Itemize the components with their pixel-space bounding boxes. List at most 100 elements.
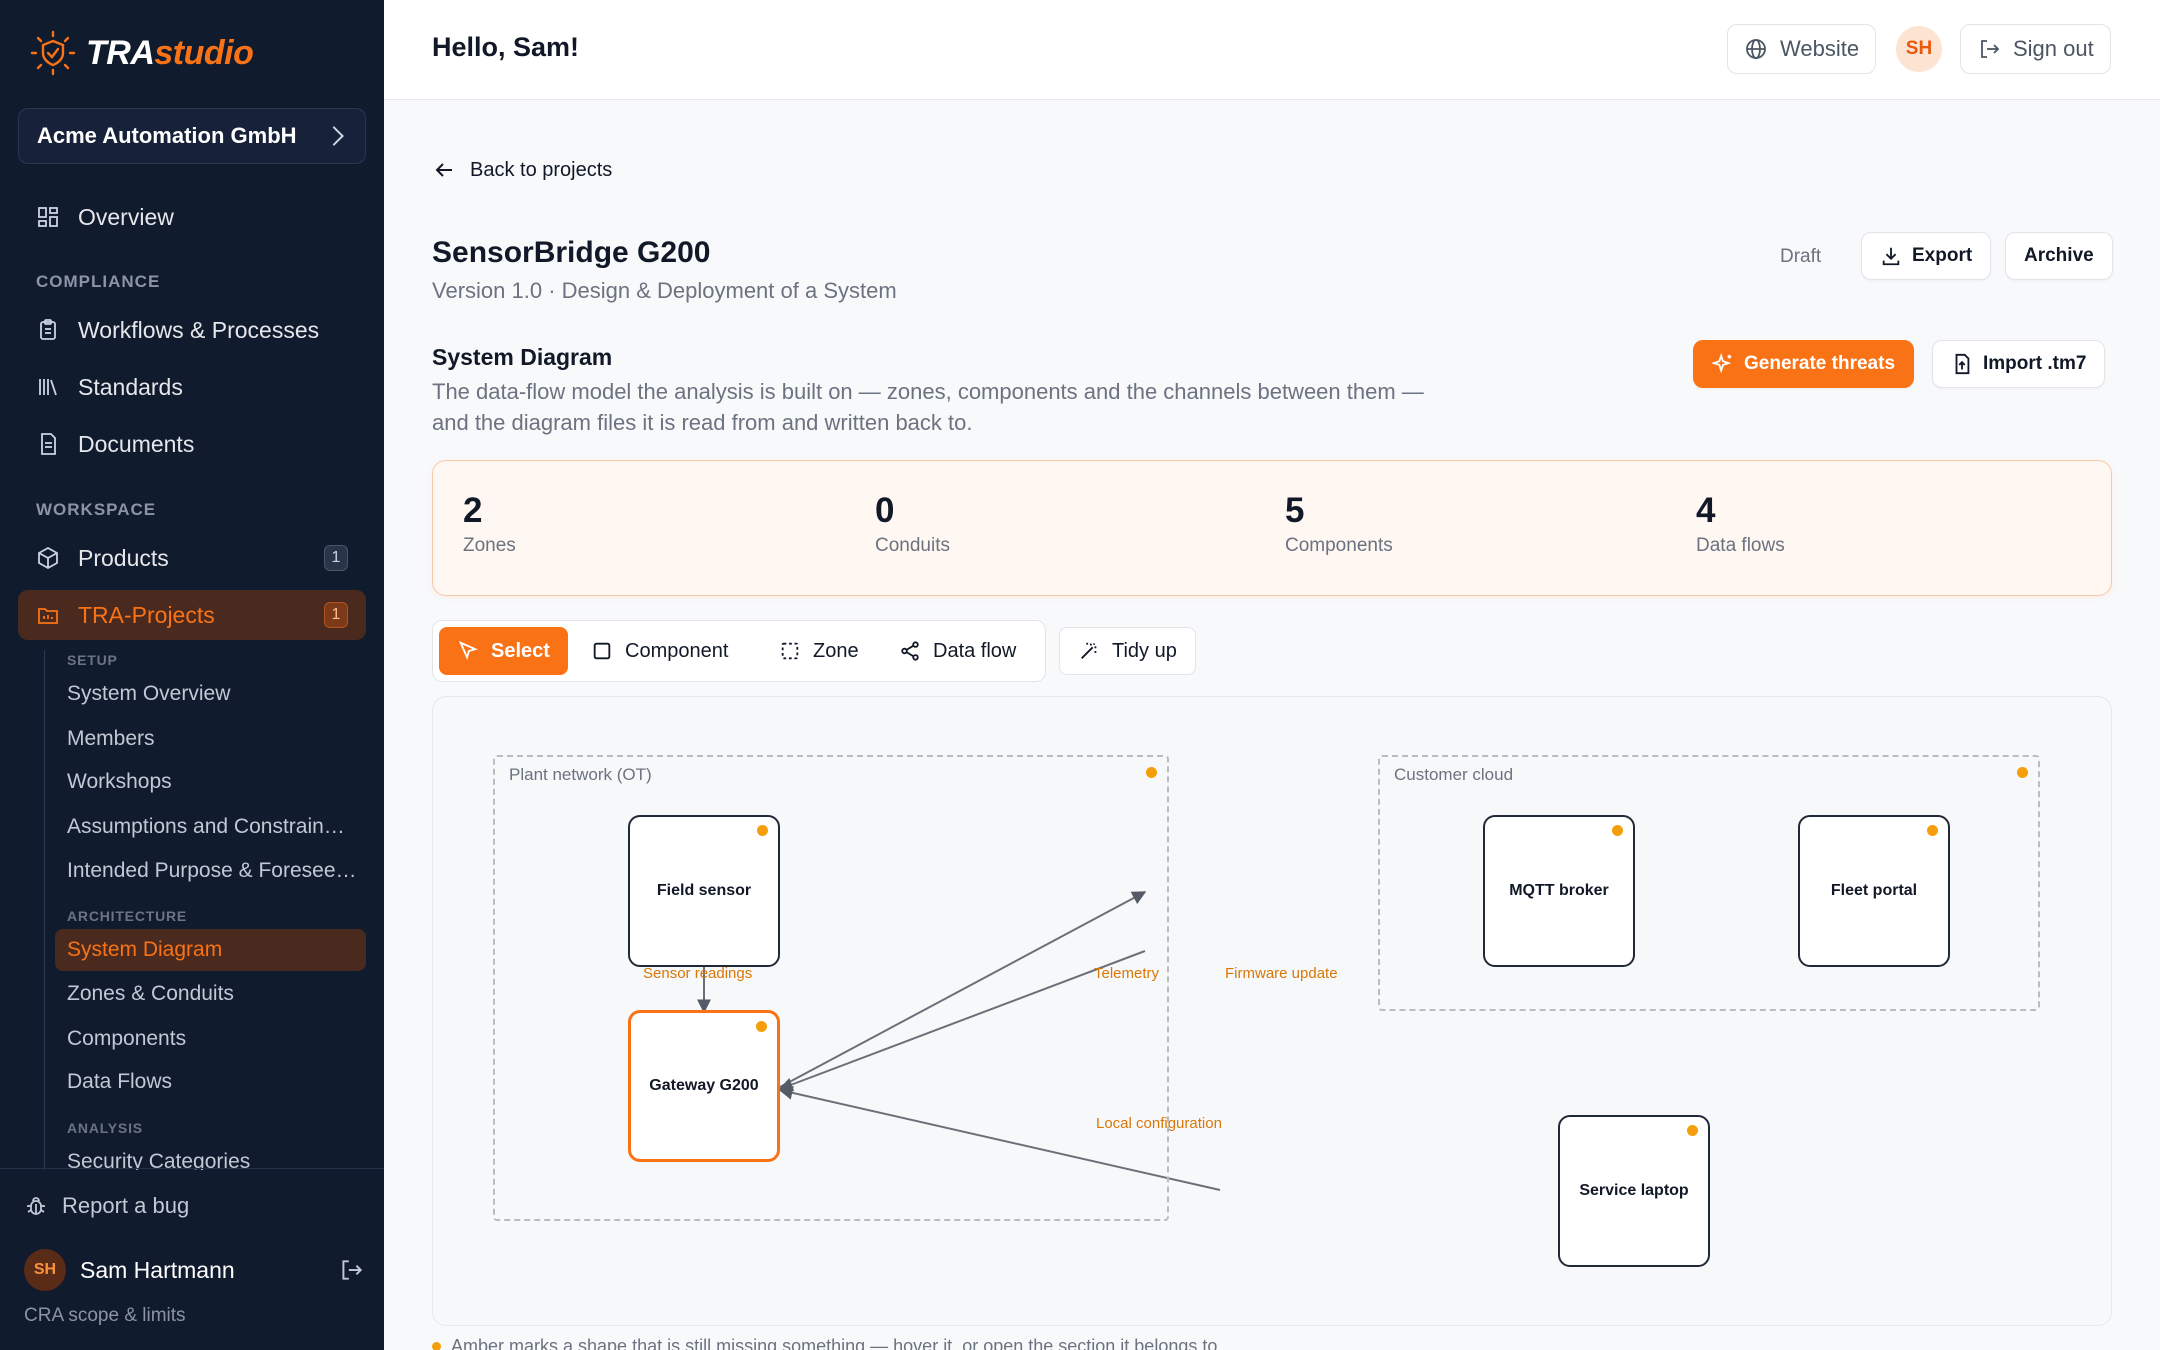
archive-button[interactable]: Archive: [2005, 232, 2113, 280]
sidebar: TRAstudio Acme Automation GmbH Overview …: [0, 0, 384, 1350]
component-service-laptop[interactable]: Service laptop: [1558, 1115, 1710, 1267]
cursor-icon: [458, 640, 479, 661]
component-tool-button[interactable]: Component: [573, 627, 746, 675]
back-to-projects-link[interactable]: Back to projects: [432, 158, 612, 182]
component-label: Fleet portal: [1830, 882, 1918, 899]
sidebar-item-label: TRA-Projects: [78, 601, 215, 628]
organization-switcher[interactable]: Acme Automation GmbH: [18, 108, 366, 164]
section-title: System Diagram: [432, 344, 613, 370]
sub-label-setup: SETUP: [67, 652, 118, 668]
topbar: Hello, Sam! Website SH Sign out: [384, 0, 2160, 100]
library-icon: [39, 379, 57, 396]
logout-icon[interactable]: [338, 1257, 364, 1283]
sidebar-item-products[interactable]: Products 1: [18, 533, 366, 583]
export-label: Export: [1912, 245, 1973, 266]
stat-label: Conduits: [875, 535, 950, 556]
component-mqtt-broker[interactable]: MQTT broker: [1483, 815, 1635, 967]
tool-label: Component: [625, 639, 729, 662]
dashboard-icon: [38, 207, 58, 227]
tool-label: Zone: [813, 639, 859, 662]
sign-out-button[interactable]: Sign out: [1960, 24, 2111, 74]
diagram-canvas[interactable]: Plant network (OT) Customer cloud Field …: [432, 696, 2112, 1326]
zone-label: Plant network (OT): [509, 765, 652, 784]
warning-dot: [1146, 767, 1157, 778]
select-tool-button[interactable]: Select: [439, 627, 568, 675]
share-icon: [901, 641, 919, 661]
report-bug-link[interactable]: Report a bug: [24, 1193, 189, 1219]
sidebar-item-workflows[interactable]: Workflows & Processes: [18, 305, 366, 355]
zone-tool-button[interactable]: Zone: [761, 627, 877, 675]
flow-label-firmware-update[interactable]: Firmware update: [1225, 965, 1338, 982]
package-icon: [38, 546, 58, 570]
component-gateway-g200[interactable]: Gateway G200: [628, 1010, 780, 1162]
tool-label: Select: [491, 639, 550, 662]
stat-value: 2: [463, 491, 483, 530]
square-icon: [593, 642, 611, 660]
tidy-up-button[interactable]: Tidy up: [1059, 627, 1196, 675]
magic-wand-icon: [1081, 642, 1097, 659]
subnav-members[interactable]: Members: [55, 718, 366, 760]
sidebar-item-label: Documents: [78, 430, 195, 457]
globe-icon: [1746, 39, 1766, 59]
export-button[interactable]: Export: [1861, 232, 1992, 280]
stat-zones: 2 Zones: [463, 491, 516, 557]
sidebar-item-tra-projects[interactable]: TRA-Projects 1: [18, 590, 366, 640]
stat-components: 5 Components: [1285, 491, 1393, 557]
zone-label: Customer cloud: [1394, 765, 1514, 784]
dashed-square-icon: [781, 642, 799, 660]
component-fleet-portal[interactable]: Fleet portal: [1798, 815, 1950, 967]
avatar[interactable]: SH: [1896, 26, 1942, 72]
sidebar-item-standards[interactable]: Standards: [18, 362, 366, 412]
legend-note-text: Amber marks a shape that is still missin…: [451, 1336, 1223, 1350]
shield-logo-icon: [30, 30, 76, 76]
subnav-system-overview[interactable]: System Overview: [55, 673, 366, 715]
project-subnav: SETUP System Overview Members Workshops …: [0, 640, 384, 1170]
generate-threats-button[interactable]: Generate threats: [1693, 340, 1915, 388]
avatar[interactable]: SH: [24, 1249, 66, 1291]
cra-scope-link[interactable]: CRA scope & limits: [24, 1305, 186, 1327]
app-logo[interactable]: TRAstudio: [30, 28, 254, 78]
flow-label-telemetry[interactable]: Telemetry: [1094, 965, 1159, 982]
warning-dot: [1927, 825, 1938, 836]
zone-plant-network[interactable]: Plant network (OT): [493, 755, 1169, 1221]
sidebar-item-overview[interactable]: Overview: [18, 192, 366, 242]
flow-label-sensor-readings[interactable]: Sensor readings: [643, 965, 752, 982]
tool-label: Data flow: [933, 639, 1017, 662]
sign-out-label: Sign out: [2013, 36, 2094, 61]
section-label-compliance: COMPLIANCE: [36, 272, 161, 291]
data-flow-tool-button[interactable]: Data flow: [881, 627, 1034, 675]
component-label: MQTT broker: [1509, 882, 1609, 899]
user-name: Sam Hartmann: [80, 1256, 235, 1283]
sparkles-icon: [1712, 353, 1732, 374]
sidebar-item-documents[interactable]: Documents: [18, 419, 366, 469]
sign-out-icon: [1981, 40, 2000, 58]
warning-dot: [1687, 1125, 1698, 1136]
stat-label: Data flows: [1696, 535, 1785, 556]
archive-label: Archive: [2024, 245, 2094, 266]
flow-label-local-configuration[interactable]: Local configuration: [1096, 1115, 1222, 1132]
subnav-intended-purpose[interactable]: Intended Purpose & Foresee…: [55, 850, 366, 892]
sidebar-item-label: Overview: [78, 203, 174, 230]
sub-label-analysis: ANALYSIS: [67, 1120, 143, 1136]
clipboard-icon: [40, 319, 56, 340]
warning-dot: [1612, 825, 1623, 836]
sidebar-item-label: Standards: [78, 373, 183, 400]
subnav-security-categories[interactable]: Security Categories: [55, 1141, 366, 1170]
website-button[interactable]: Website: [1727, 24, 1877, 74]
bug-icon: [27, 1197, 45, 1215]
subnav-components[interactable]: Components: [55, 1018, 366, 1060]
subnav-data-flows[interactable]: Data Flows: [55, 1061, 366, 1103]
import-tm7-button[interactable]: Import .tm7: [1932, 340, 2106, 388]
count-badge: 1: [324, 545, 348, 571]
import-tm7-label: Import .tm7: [1983, 353, 2087, 374]
organization-name: Acme Automation GmbH: [37, 123, 297, 148]
subnav-assumptions[interactable]: Assumptions and Constrain…: [55, 806, 366, 848]
component-label: Gateway G200: [649, 1077, 759, 1094]
diagram-stats-card: 2 Zones 0 Conduits 5 Components 4 Data f…: [432, 460, 2112, 596]
subnav-system-diagram[interactable]: System Diagram: [55, 929, 366, 971]
subnav-workshops[interactable]: Workshops: [55, 761, 366, 803]
page-subtitle: Version 1.0 · Design & Deployment of a S…: [432, 278, 897, 303]
subnav-zones-conduits[interactable]: Zones & Conduits: [55, 973, 366, 1015]
component-field-sensor[interactable]: Field sensor: [628, 815, 780, 967]
file-import-icon: [1955, 353, 1970, 375]
